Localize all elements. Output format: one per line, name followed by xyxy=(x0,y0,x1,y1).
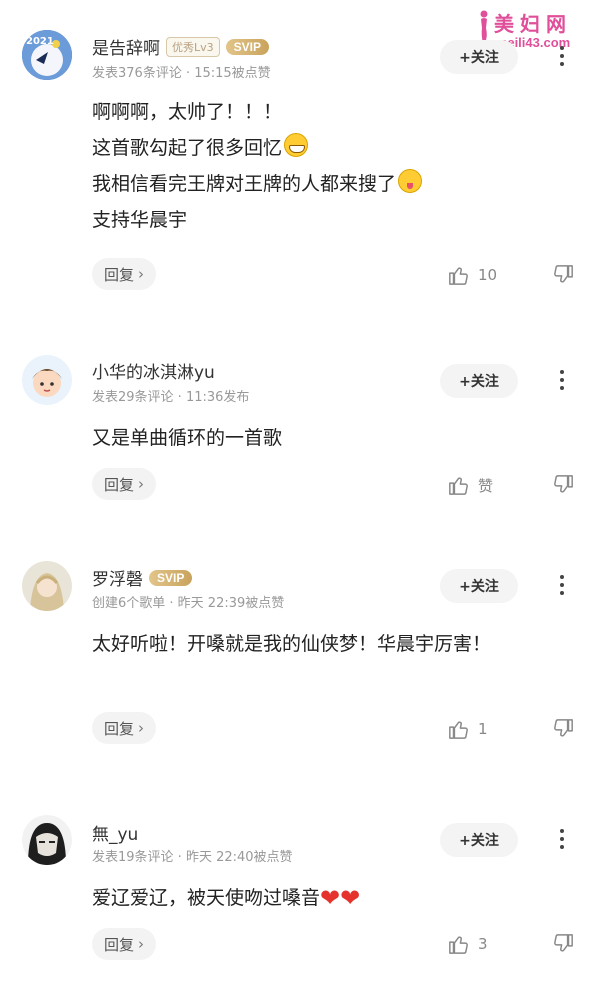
chevron-right-icon: › xyxy=(138,265,145,283)
like-count: 赞 xyxy=(478,476,494,495)
reply-button[interactable]: 回复 › xyxy=(92,928,157,960)
chevron-right-icon: › xyxy=(138,719,145,737)
reply-label: 回复 xyxy=(104,719,135,738)
reply-label: 回复 xyxy=(104,475,135,494)
thumbs-down-icon xyxy=(554,265,573,283)
woman-figure-icon xyxy=(480,10,488,43)
svip-badge: SVIP xyxy=(149,569,193,586)
username[interactable]: 是告辞啊 xyxy=(92,34,160,59)
watermark-title: 美妇网 xyxy=(494,12,572,36)
like-count: 1 xyxy=(478,720,488,738)
user-row: 罗浮磬 SVIP xyxy=(92,565,193,590)
comment-meta: 发表19条评论 · 昨天 22:40被点赞 xyxy=(92,850,293,865)
comment-line: 我相信看完王牌对王牌的人都来搜了 xyxy=(92,166,562,202)
chevron-right-icon: › xyxy=(138,935,145,953)
svip-badge: SVIP xyxy=(225,38,269,55)
thumbs-up-icon xyxy=(449,721,468,739)
winking-tongue-face-icon xyxy=(398,169,423,193)
avatar-image xyxy=(22,815,72,865)
user-row: 無_yu xyxy=(92,820,138,845)
comment-line: 爱辽爱辽，被天使吻过嗓音❤❤ xyxy=(92,884,361,912)
red-heart-icon: ❤ xyxy=(340,884,361,912)
chevron-right-icon: › xyxy=(138,475,145,493)
red-heart-icon: ❤ xyxy=(320,884,341,912)
comment-line: 支持华晨宇 xyxy=(92,209,188,231)
like-count: 10 xyxy=(478,266,498,284)
user-row: 小华的冰淇淋yu xyxy=(92,358,215,383)
comment-line: 这首歌勾起了很多回忆 xyxy=(92,130,562,166)
dislike-button[interactable] xyxy=(552,264,574,290)
more-vertical-icon[interactable] xyxy=(552,365,572,395)
avatar-image xyxy=(22,355,72,405)
thumbs-up-icon xyxy=(449,477,468,495)
reply-button[interactable]: 回复 › xyxy=(92,712,157,744)
comment-text: 啊啊啊，太帅了！！！ 这首歌勾起了很多回忆 我相信看完王牌对王牌的人都来搜了 支… xyxy=(92,94,562,238)
more-vertical-icon[interactable] xyxy=(552,824,572,854)
thumbs-down-icon xyxy=(554,475,573,493)
more-vertical-icon[interactable] xyxy=(552,570,572,600)
avatar[interactable] xyxy=(22,355,72,405)
avatar[interactable] xyxy=(22,815,72,865)
dislike-button[interactable] xyxy=(552,933,574,959)
comment-line: 太好听啦！开嗓就是我的仙侠梦！华晨宇厉害！ xyxy=(92,633,492,655)
reply-label: 回复 xyxy=(104,935,135,954)
like-button[interactable]: 3 xyxy=(448,933,488,955)
svg-text:2021: 2021 xyxy=(26,36,54,47)
comment-text: 爱辽爱辽，被天使吻过嗓音❤❤ xyxy=(92,880,562,916)
like-button[interactable]: 1 xyxy=(448,718,488,740)
follow-button[interactable]: +关注 xyxy=(440,40,518,74)
reply-button[interactable]: 回复 › xyxy=(92,468,157,500)
comment-meta: 创建6个歌单 · 昨天 22:39被点赞 xyxy=(92,596,285,611)
level-badge: 优秀Lv3 xyxy=(166,36,220,57)
like-count: 3 xyxy=(478,935,488,953)
reply-button[interactable]: 回复 › xyxy=(92,258,157,290)
comment-text: 太好听啦！开嗓就是我的仙侠梦！华晨宇厉害！ xyxy=(92,624,552,664)
comment-text: 又是单曲循环的一首歌 xyxy=(92,420,562,456)
thumbs-down-icon xyxy=(554,934,573,952)
comment-line: 又是单曲循环的一首歌 xyxy=(92,427,283,449)
avatar-image xyxy=(22,561,72,611)
avatar[interactable] xyxy=(22,561,72,611)
avatar[interactable]: 2021 xyxy=(22,30,72,80)
follow-button[interactable]: +关注 xyxy=(440,364,518,398)
grinning-face-icon xyxy=(284,133,309,157)
username[interactable]: 小华的冰淇淋yu xyxy=(92,358,215,383)
user-row: 是告辞啊 优秀Lv3 SVIP xyxy=(92,34,269,59)
follow-button[interactable]: +关注 xyxy=(440,823,518,857)
username[interactable]: 罗浮磬 xyxy=(92,565,143,590)
reply-label: 回复 xyxy=(104,265,135,284)
avatar-image: 2021 xyxy=(22,30,72,80)
thumbs-up-icon xyxy=(449,936,468,954)
like-button[interactable]: 赞 xyxy=(448,474,493,496)
like-button[interactable]: 10 xyxy=(448,264,497,286)
more-vertical-icon[interactable] xyxy=(552,41,572,71)
comment-meta: 发表376条评论 · 15:15被点赞 xyxy=(92,66,271,81)
dislike-button[interactable] xyxy=(552,474,574,500)
comment-line: 啊啊啊，太帅了！！！ xyxy=(92,101,283,123)
username[interactable]: 無_yu xyxy=(92,820,138,845)
comment-meta: 发表29条评论 · 11:36发布 xyxy=(92,390,250,405)
thumbs-down-icon xyxy=(554,719,573,737)
thumbs-up-icon xyxy=(449,267,468,285)
dislike-button[interactable] xyxy=(552,718,574,744)
follow-button[interactable]: +关注 xyxy=(440,569,518,603)
